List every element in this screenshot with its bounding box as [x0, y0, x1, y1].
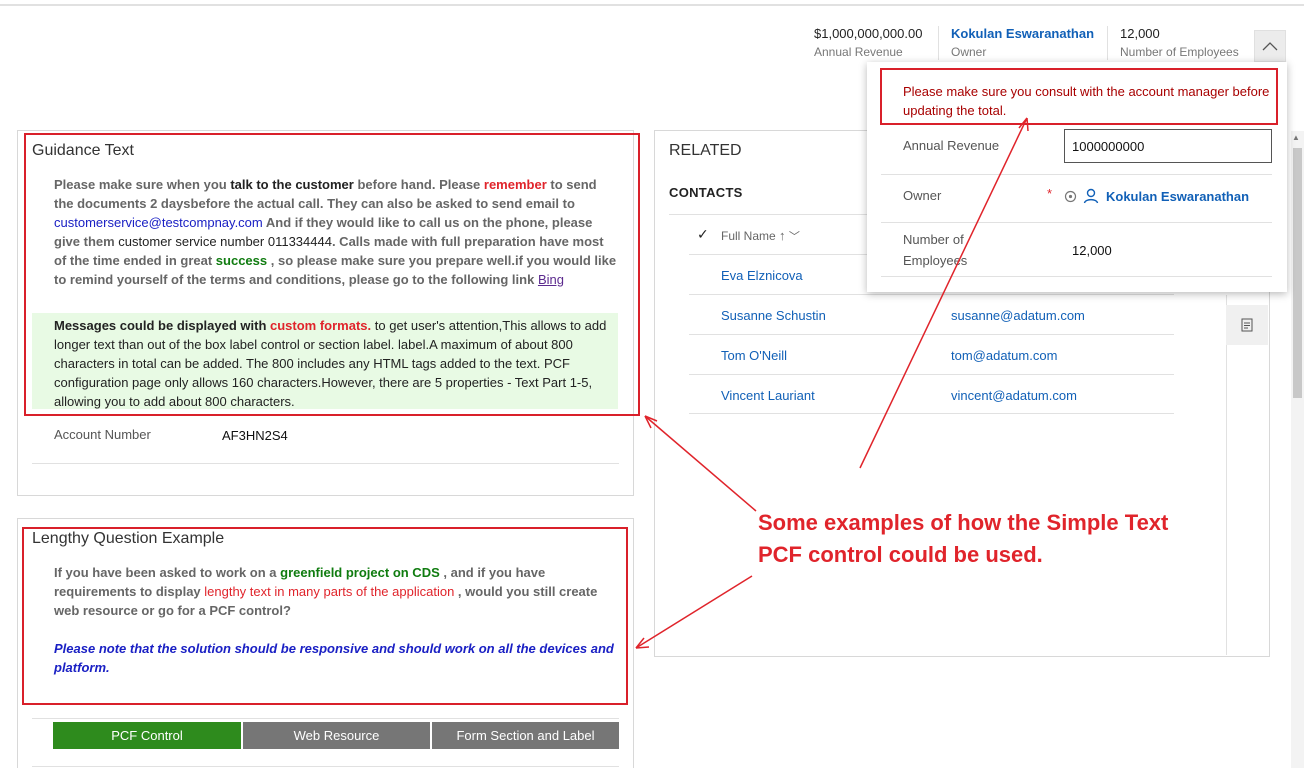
annotation-arrows — [635, 117, 1029, 649]
